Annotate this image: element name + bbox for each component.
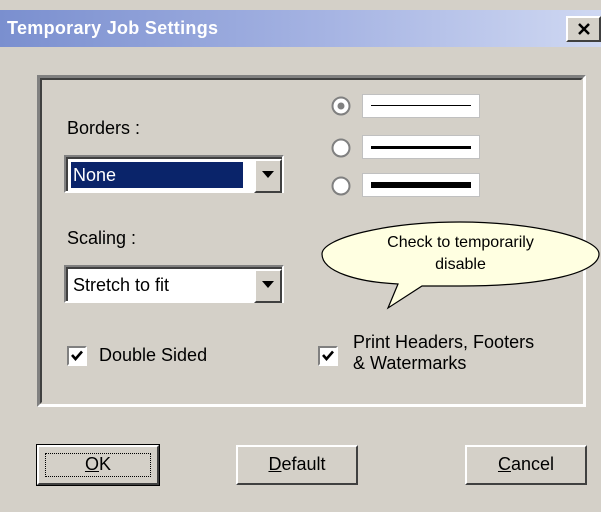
print-headers-line-2: & Watermarks xyxy=(353,353,467,373)
chevron-down-icon xyxy=(262,281,274,288)
scaling-label: Scaling : xyxy=(67,228,137,248)
checkmark-icon xyxy=(322,350,334,361)
checkmark-icon xyxy=(71,350,83,361)
temporary-job-settings-dialog: Temporary Job Settings Borders : None Sc… xyxy=(0,0,601,512)
scaling-dropdown[interactable]: Stretch to fit xyxy=(64,265,284,303)
line-medium-radio[interactable] xyxy=(331,138,351,158)
scaling-value: Stretch to fit xyxy=(73,275,170,295)
double-sided-label: Double Sided xyxy=(99,345,208,365)
title-bar[interactable]: Temporary Job Settings xyxy=(0,10,601,47)
borders-value: None xyxy=(71,162,243,188)
tooltip-callout: Check to temporarily disable xyxy=(318,220,601,315)
close-button[interactable] xyxy=(566,16,601,42)
borders-label: Borders : xyxy=(67,118,141,138)
chevron-down-icon xyxy=(262,171,274,178)
borders-dropdown[interactable]: None xyxy=(64,155,284,193)
line-thin-sample xyxy=(362,94,480,118)
line-thick-radio[interactable] xyxy=(331,176,351,196)
line-medium-sample xyxy=(362,135,480,159)
cancel-button[interactable]: Cancel xyxy=(465,445,587,485)
ok-button[interactable]: OK xyxy=(36,444,160,486)
tooltip-line-2: disable xyxy=(435,256,486,273)
print-headers-checkbox[interactable] xyxy=(318,346,338,366)
double-sided-checkbox[interactable] xyxy=(67,346,87,366)
window-title: Temporary Job Settings xyxy=(7,18,219,38)
close-icon xyxy=(578,23,590,35)
default-button[interactable]: Default xyxy=(236,445,358,485)
borders-dropdown-arrow[interactable] xyxy=(254,159,282,193)
tooltip-line-1: Check to temporarily xyxy=(387,234,534,251)
scaling-dropdown-arrow[interactable] xyxy=(254,269,282,303)
print-headers-label: Print Headers, Footers & Watermarks xyxy=(353,332,534,374)
line-thick-sample xyxy=(362,173,480,197)
print-headers-line-1: Print Headers, Footers xyxy=(353,332,535,352)
line-thin-radio[interactable] xyxy=(331,96,351,116)
